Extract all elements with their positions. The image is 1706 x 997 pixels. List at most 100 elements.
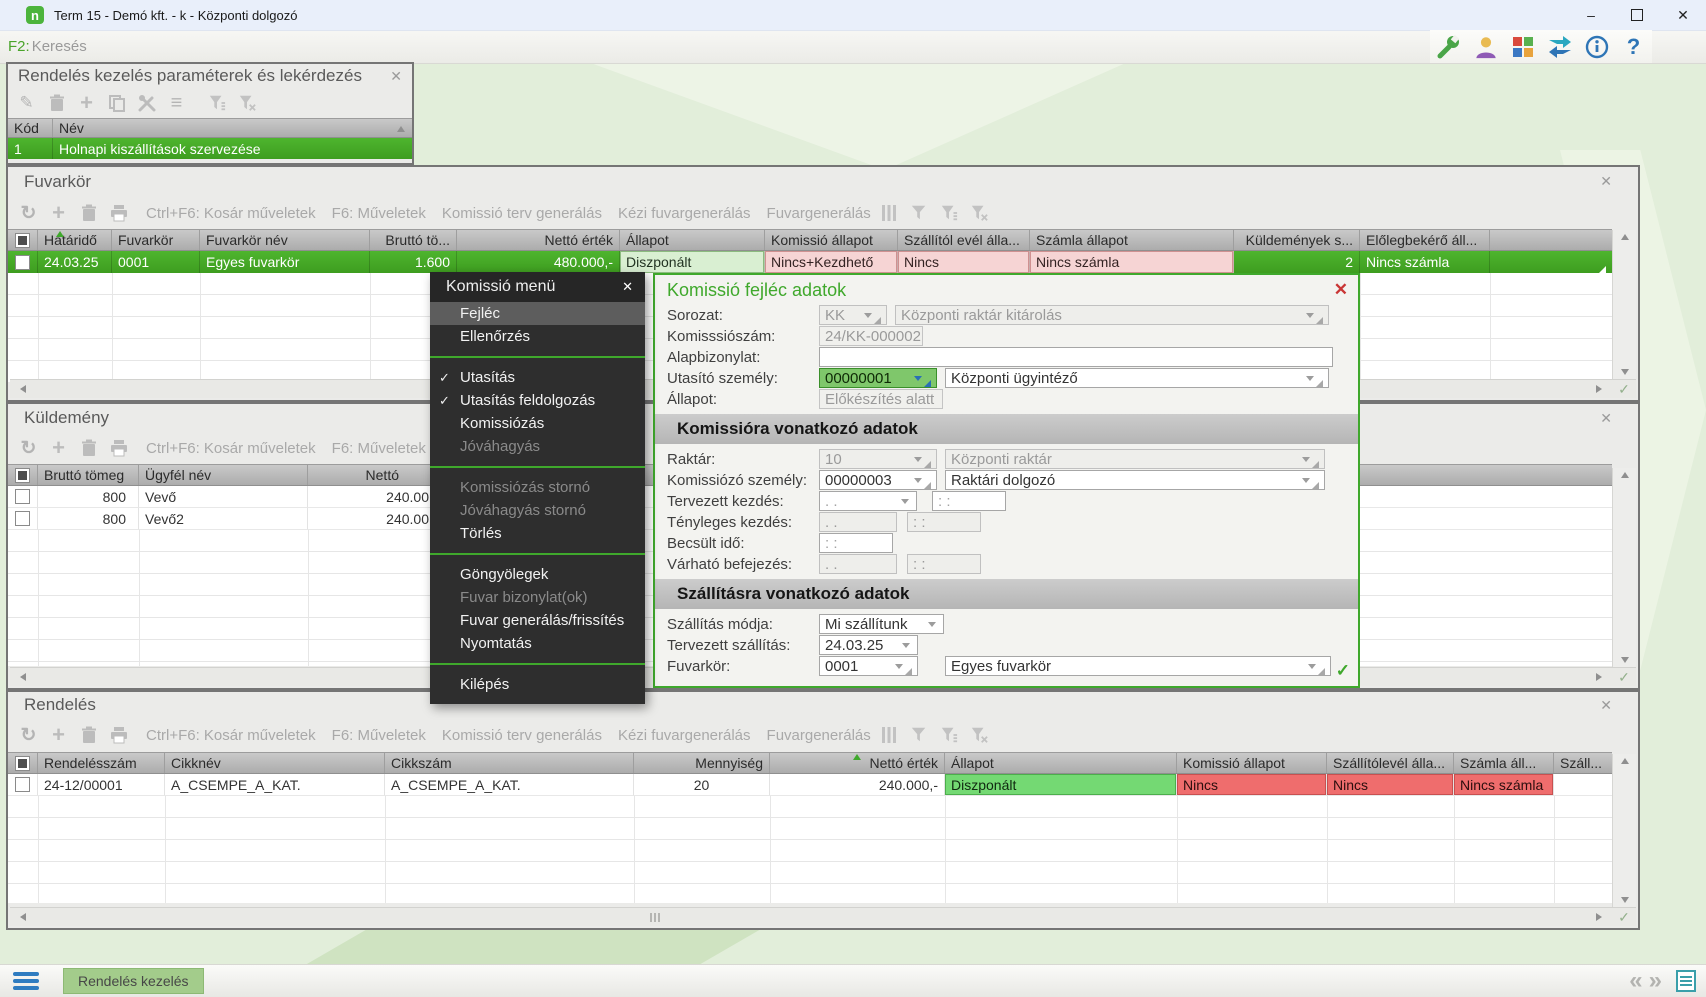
menu-item-utasitas-feldolgozas[interactable]: Utasítás feldolgozás bbox=[430, 389, 645, 412]
close-icon[interactable]: ✕ bbox=[1600, 410, 1612, 427]
filter-clear-icon[interactable] bbox=[969, 203, 990, 224]
scroll-right-icon[interactable] bbox=[1596, 673, 1602, 681]
column-header[interactable]: Állapot bbox=[945, 753, 1177, 773]
raktar-code-combo[interactable]: 10 bbox=[819, 449, 937, 469]
utasito-name-combo[interactable]: Központi ügyintéző bbox=[945, 368, 1329, 388]
column-header[interactable]: Fuvarkör bbox=[112, 230, 200, 250]
delete-icon[interactable] bbox=[46, 93, 67, 114]
menu-icon[interactable] bbox=[13, 972, 39, 990]
tervezett-szallitas-combo[interactable]: 24.03.25 bbox=[819, 635, 918, 655]
sorozat-name-combo[interactable]: Központi raktár kitárolás bbox=[895, 305, 1329, 325]
menu-item-gongyolegek[interactable]: Göngyölegek bbox=[430, 563, 645, 586]
next-page-icon[interactable]: » bbox=[1649, 969, 1662, 993]
filter-clear-icon[interactable] bbox=[969, 725, 990, 746]
scroll-left-icon[interactable] bbox=[20, 913, 26, 921]
column-header[interactable]: Komissió állapot bbox=[1177, 753, 1327, 773]
row-checkbox[interactable] bbox=[8, 508, 38, 530]
confirm-icon[interactable]: ✓ bbox=[1612, 669, 1636, 686]
toolbar-button-kosar[interactable]: Ctrl+F6: Kosár műveletek bbox=[146, 440, 316, 457]
toolbar-button-muveletek[interactable]: F6: Műveletek bbox=[332, 727, 426, 744]
search-label[interactable]: Keresés bbox=[32, 38, 87, 55]
previous-page-icon[interactable]: « bbox=[1629, 969, 1642, 993]
minimize-button[interactable]: – bbox=[1568, 0, 1614, 30]
menu-item-torles[interactable]: Törlés bbox=[430, 522, 645, 545]
help-icon[interactable]: ? bbox=[1615, 30, 1652, 63]
becsult-ido-input[interactable]: : : bbox=[819, 533, 893, 553]
sorozat-code-combo[interactable]: KK bbox=[819, 305, 887, 325]
scroll-up-icon[interactable] bbox=[397, 126, 405, 132]
tools-icon[interactable] bbox=[136, 93, 157, 114]
utasito-code-combo[interactable]: 00000001 bbox=[819, 368, 937, 388]
column-header[interactable]: Cikknév bbox=[165, 753, 385, 773]
transfer-arrows-icon[interactable] bbox=[1541, 30, 1578, 63]
scroll-left-icon[interactable] bbox=[20, 385, 26, 393]
edit-icon[interactable]: ✎ bbox=[16, 93, 37, 114]
scroll-right-icon[interactable] bbox=[1596, 913, 1602, 921]
fuvarkor-name-combo[interactable]: Egyes fuvarkör bbox=[945, 656, 1331, 676]
toolbar-button-komissio-terv[interactable]: Komissió terv generálás bbox=[442, 205, 602, 222]
table-row[interactable]: 1 Holnapi kiszállítások szervezése bbox=[8, 138, 412, 159]
terv-kezdes-time-input[interactable]: : : bbox=[932, 491, 1006, 511]
select-all-checkbox[interactable] bbox=[8, 465, 38, 485]
info-icon[interactable] bbox=[1578, 30, 1615, 63]
tab-rendeles-kezeles[interactable]: Rendelés kezelés bbox=[63, 968, 204, 994]
scrollbar-grip[interactable] bbox=[650, 913, 660, 922]
settings-wrench-icon[interactable] bbox=[1430, 30, 1467, 63]
close-button[interactable]: ✕ bbox=[1660, 0, 1706, 30]
column-header[interactable]: Határidő bbox=[38, 230, 112, 250]
refresh-icon[interactable]: ↻ bbox=[18, 725, 39, 746]
scroll-up-icon[interactable] bbox=[1620, 234, 1629, 240]
toolbar-button-muveletek[interactable]: F6: Műveletek bbox=[332, 440, 426, 457]
column-header[interactable]: Rendelésszám bbox=[38, 753, 165, 773]
search-shortcut[interactable]: F2: bbox=[8, 38, 30, 55]
table-row[interactable]: 24.03.25 0001 Egyes fuvarkör 1.600 480.0… bbox=[8, 251, 1612, 273]
vertical-scrollbar[interactable] bbox=[1612, 468, 1636, 667]
column-header[interactable]: Bruttó tömeg bbox=[38, 465, 139, 485]
close-icon[interactable]: ✕ bbox=[622, 279, 633, 295]
select-all-checkbox[interactable] bbox=[8, 753, 38, 773]
copy-icon[interactable] bbox=[106, 93, 127, 114]
scroll-left-icon[interactable] bbox=[20, 673, 26, 681]
print-icon[interactable] bbox=[108, 725, 129, 746]
column-header[interactable]: Nettó érték bbox=[457, 230, 620, 250]
column-header[interactable]: Számla állapot bbox=[1030, 230, 1234, 250]
add-icon[interactable]: + bbox=[76, 90, 97, 115]
column-header[interactable]: Cikkszám bbox=[385, 753, 634, 773]
row-checkbox[interactable] bbox=[8, 774, 38, 796]
add-icon[interactable]: + bbox=[48, 722, 69, 747]
scroll-right-icon[interactable] bbox=[1596, 385, 1602, 393]
raktar-name-combo[interactable]: Központi raktár bbox=[945, 449, 1325, 469]
toolbar-button-fuvargen[interactable]: Fuvargenerálás bbox=[767, 727, 871, 744]
pause-icon[interactable] bbox=[879, 203, 900, 224]
column-header[interactable]: Küldemények s... bbox=[1234, 230, 1360, 250]
vertical-scrollbar[interactable] bbox=[1612, 230, 1636, 379]
fuvarkor-code-combo[interactable]: 0001 bbox=[819, 656, 918, 676]
menu-item-utasitas[interactable]: Utasítás bbox=[430, 366, 645, 389]
vertical-scrollbar[interactable] bbox=[1612, 754, 1636, 907]
toolbar-button-kosar[interactable]: Ctrl+F6: Kosár műveletek bbox=[146, 727, 316, 744]
scroll-down-icon[interactable] bbox=[1620, 897, 1629, 903]
scroll-up-icon[interactable] bbox=[1620, 758, 1629, 764]
close-icon[interactable]: ✕ bbox=[1600, 173, 1612, 190]
toolbar-button-kezi-fuvar[interactable]: Kézi fuvargenerálás bbox=[618, 727, 751, 744]
menu-item-fejlec[interactable]: Fejléc bbox=[430, 302, 645, 325]
toolbar-button-muveletek[interactable]: F6: Műveletek bbox=[332, 205, 426, 222]
row-checkbox[interactable] bbox=[8, 486, 38, 508]
scroll-down-icon[interactable] bbox=[1620, 657, 1629, 663]
filter-clear-icon[interactable] bbox=[236, 93, 257, 114]
filter-lines-icon[interactable] bbox=[939, 725, 960, 746]
user-icon[interactable] bbox=[1467, 30, 1504, 63]
alapbizonylat-input[interactable] bbox=[819, 347, 1333, 367]
menu-item-fuvar-generalas[interactable]: Fuvar generálás/frissítés bbox=[430, 609, 645, 632]
document-list-icon[interactable] bbox=[1676, 970, 1696, 992]
maximize-button[interactable] bbox=[1614, 0, 1660, 30]
delete-icon[interactable] bbox=[78, 725, 99, 746]
pause-icon[interactable] bbox=[879, 725, 900, 746]
refresh-icon[interactable]: ↻ bbox=[18, 438, 39, 459]
column-header[interactable]: Ügyfél név bbox=[139, 465, 308, 485]
komissiozo-code-combo[interactable]: 00000003 bbox=[819, 470, 937, 490]
add-icon[interactable]: + bbox=[48, 435, 69, 460]
column-header[interactable]: Fuvarkör név bbox=[200, 230, 370, 250]
print-icon[interactable] bbox=[108, 203, 129, 224]
column-header[interactable]: Számla áll... bbox=[1454, 753, 1554, 773]
